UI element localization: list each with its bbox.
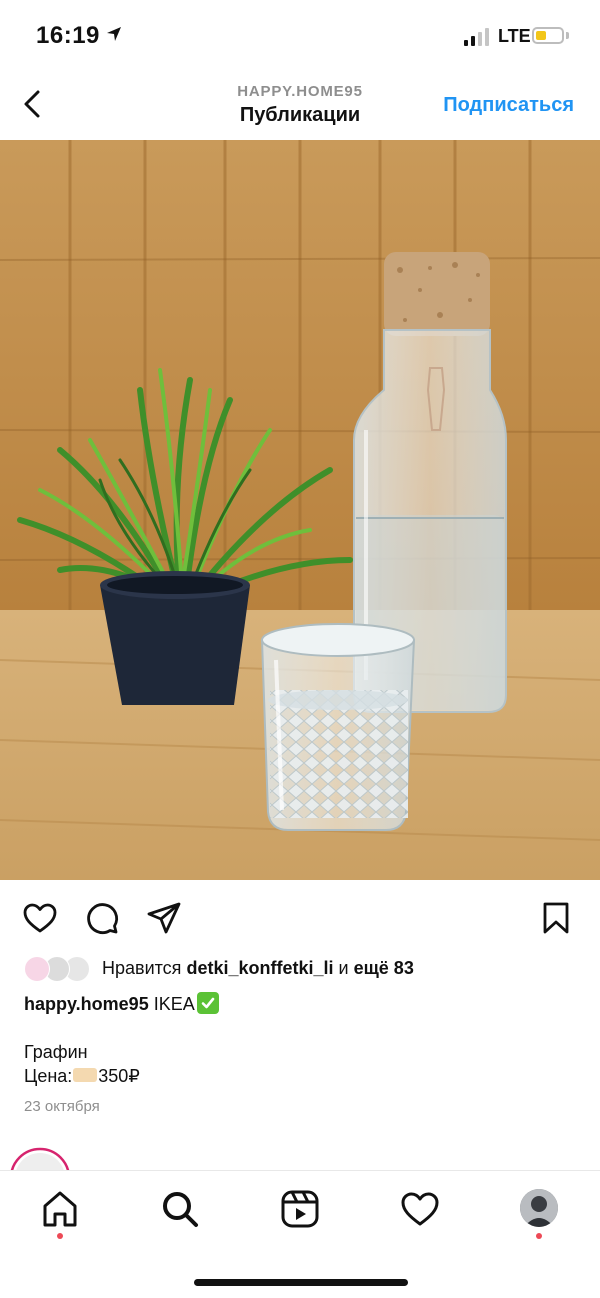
header: HAPPY.HOME95 Публикации Подписаться <box>0 76 600 140</box>
follow-button[interactable]: Подписаться <box>443 94 574 117</box>
price-label: Цена: <box>24 1066 73 1086</box>
likes-text: Нравится detki_konffetki_li и ещё 83 <box>102 958 414 979</box>
home-indicator[interactable] <box>194 1279 408 1286</box>
bookmark-icon[interactable] <box>538 900 574 936</box>
location-arrow-icon <box>107 27 121 41</box>
reels-icon[interactable] <box>280 1189 320 1229</box>
avatar <box>24 956 50 982</box>
status-bar: 16:19 LTE <box>0 0 600 76</box>
liker-avatars <box>24 956 94 984</box>
activity-icon[interactable] <box>400 1189 440 1229</box>
home-icon[interactable] <box>40 1189 80 1229</box>
post-photo-illustration <box>0 140 600 880</box>
heart-icon[interactable] <box>22 900 58 936</box>
liker-username[interactable]: detki_konffetki_li <box>186 958 333 978</box>
likes-row[interactable]: Нравится detki_konffetki_li и ещё 83 <box>24 956 584 984</box>
status-time: 16:19 <box>36 22 100 49</box>
price-line: Цена: 350₽ <box>24 1066 140 1087</box>
comment-icon[interactable] <box>84 900 120 936</box>
network-type: LTE <box>498 26 531 46</box>
search-icon[interactable] <box>160 1189 200 1229</box>
likes-prefix: Нравится <box>102 958 182 978</box>
caption-username[interactable]: happy.home95 <box>24 994 149 1014</box>
profile-avatar[interactable] <box>520 1189 558 1227</box>
tab-bar <box>0 1170 600 1298</box>
next-post-avatar-ring <box>10 1147 70 1170</box>
battery-icon <box>532 27 564 44</box>
product-line: Графин <box>24 1042 88 1062</box>
caption: happy.home95 IKEA <box>24 992 219 1015</box>
post-date: 23 октября <box>24 1098 100 1115</box>
check-mark-emoji-icon <box>196 992 219 1014</box>
likes-connector: и <box>338 958 349 978</box>
home-notification-dot <box>57 1233 63 1239</box>
post-actions <box>0 880 600 956</box>
price-value: 350₽ <box>98 1066 140 1086</box>
signal-icon <box>464 28 489 46</box>
likes-others[interactable]: ещё 83 <box>354 958 414 978</box>
send-icon[interactable] <box>146 900 182 936</box>
next-post-header <box>0 1140 600 1170</box>
caption-text: IKEA <box>153 994 195 1014</box>
price-tag-emoji-icon <box>73 1068 98 1082</box>
post-image[interactable] <box>0 140 600 880</box>
profile-notification-dot <box>536 1233 542 1239</box>
battery-cap <box>566 32 569 39</box>
